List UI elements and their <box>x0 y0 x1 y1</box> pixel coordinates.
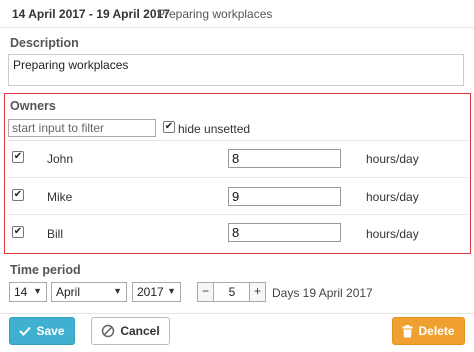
footer-divider <box>0 313 474 314</box>
hours-input-mike[interactable] <box>228 187 341 206</box>
date-range: 14 April 2017 - 19 April 2017 <box>12 7 170 21</box>
time-period-label: Time period <box>10 263 81 277</box>
hours-input-bill[interactable] <box>228 223 341 242</box>
owners-label: Owners <box>10 99 56 113</box>
hours-unit-john: hours/day <box>366 152 419 166</box>
row-divider <box>7 140 468 141</box>
description-field[interactable]: Preparing workplaces <box>8 54 464 86</box>
chevron-down-icon: ▼ <box>33 286 42 296</box>
duration-value-input[interactable]: 5 <box>214 282 250 302</box>
save-button[interactable]: Save <box>9 317 75 345</box>
cancel-icon <box>101 324 115 338</box>
row-divider <box>7 214 468 215</box>
duration-increment-button[interactable]: + <box>249 282 266 302</box>
hours-unit-bill: hours/day <box>366 227 419 241</box>
month-select[interactable]: April ▼ <box>51 282 127 302</box>
duration-decrement-button[interactable]: − <box>197 282 214 302</box>
check-icon <box>19 326 32 336</box>
owner-checkbox-bill[interactable]: ✔ <box>12 226 24 238</box>
end-date-text: Days 19 April 2017 <box>272 286 373 300</box>
owner-name-mike: Mike <box>47 190 73 204</box>
chevron-down-icon: ▼ <box>113 286 122 296</box>
trash-icon <box>402 324 413 338</box>
cancel-button[interactable]: Cancel <box>91 317 170 345</box>
delete-button-label: Delete <box>418 324 455 338</box>
row-divider <box>7 177 468 178</box>
delete-button[interactable]: Delete <box>392 317 465 345</box>
task-subtitle: Preparing workplaces <box>157 7 273 21</box>
dialog-header: 14 April 2017 - 19 April 2017 Preparing … <box>0 0 474 28</box>
owner-name-bill: Bill <box>47 227 64 241</box>
year-select-value: 2017 <box>137 285 164 299</box>
hours-unit-mike: hours/day <box>366 190 419 204</box>
month-select-value: April <box>56 285 81 299</box>
cancel-button-label: Cancel <box>120 324 160 338</box>
hide-unsetted-checkbox[interactable]: ✔ <box>163 121 175 133</box>
owners-filter-input[interactable] <box>8 119 156 137</box>
day-select[interactable]: 14 ▼ <box>9 282 47 302</box>
save-button-label: Save <box>36 324 65 338</box>
description-label: Description <box>10 36 79 50</box>
hours-input-john[interactable] <box>228 149 341 168</box>
owner-checkbox-john[interactable]: ✔ <box>12 151 24 163</box>
owner-name-john: John <box>47 152 74 166</box>
day-select-value: 14 <box>14 285 28 299</box>
chevron-down-icon: ▼ <box>167 286 176 296</box>
owner-checkbox-mike[interactable]: ✔ <box>12 189 24 201</box>
year-select[interactable]: 2017 ▼ <box>132 282 181 302</box>
hide-unsetted-label: hide unsetted <box>178 122 251 136</box>
